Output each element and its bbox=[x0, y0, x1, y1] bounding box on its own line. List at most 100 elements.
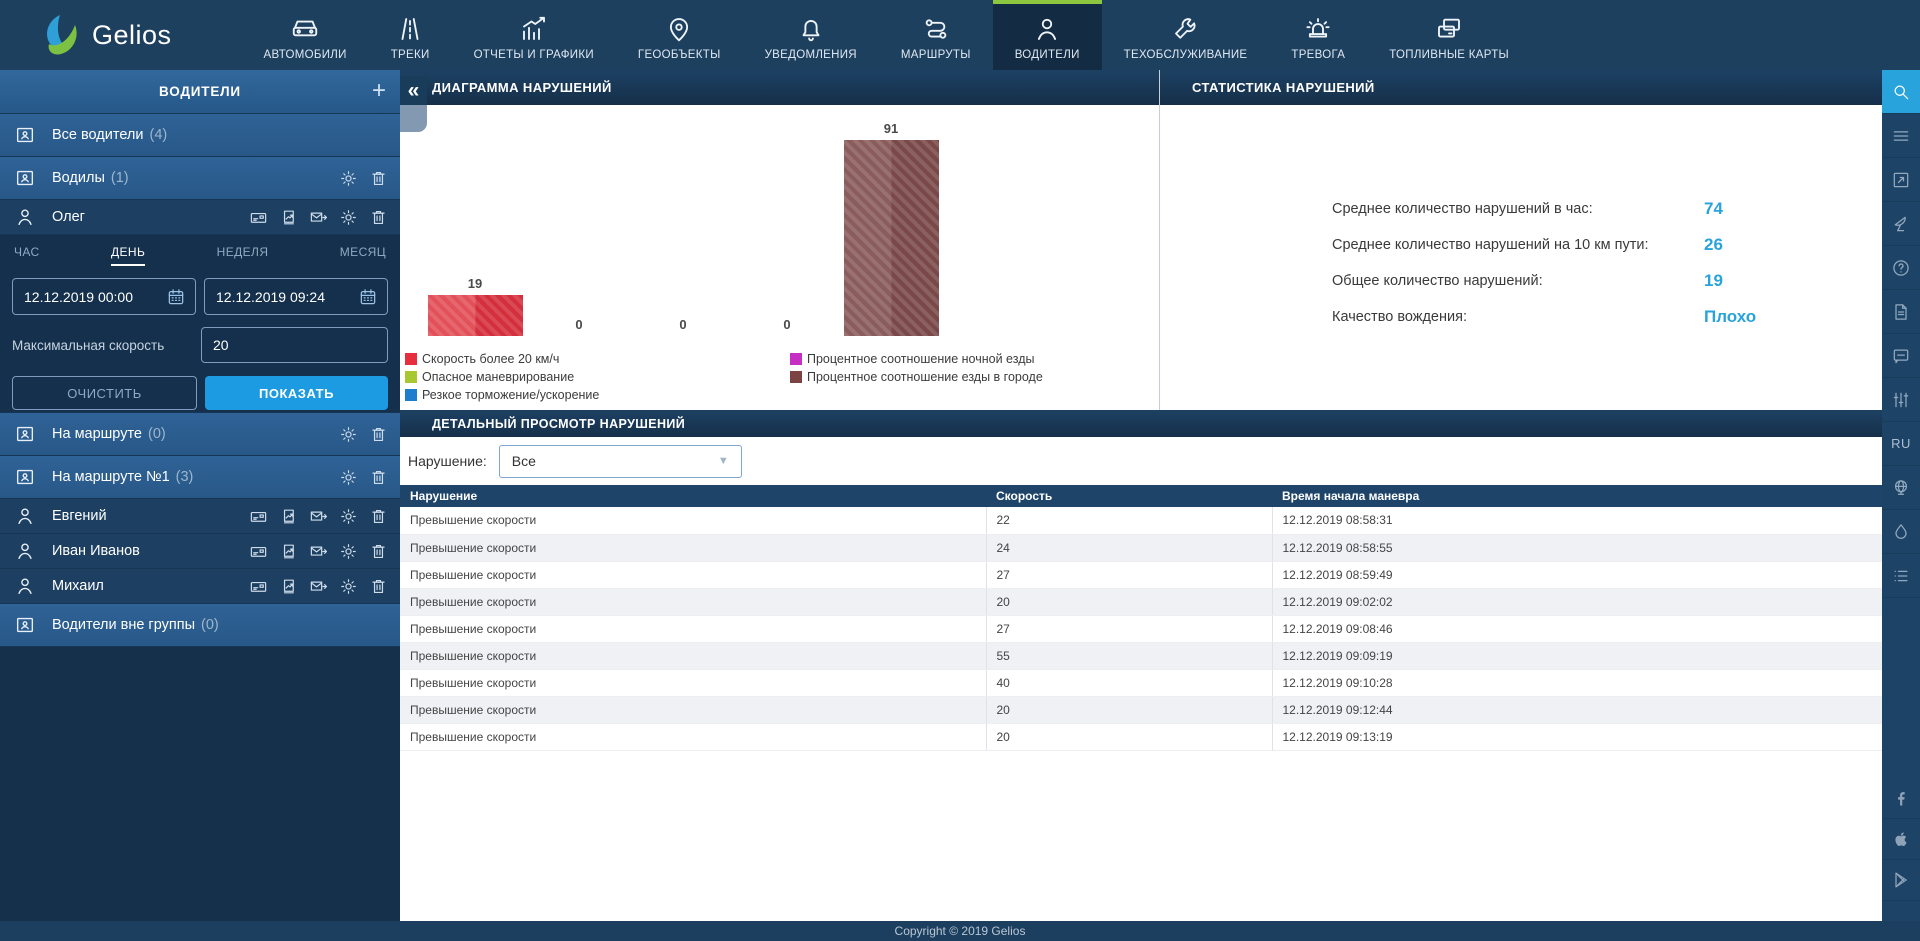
gear-icon[interactable] bbox=[339, 507, 358, 526]
car-icon bbox=[290, 14, 320, 44]
gelios-logo[interactable]: Gelios bbox=[0, 0, 212, 70]
trash-icon[interactable] bbox=[369, 169, 388, 188]
clear-button[interactable]: ОЧИСТИТЬ bbox=[12, 376, 197, 410]
gear-icon[interactable] bbox=[339, 208, 358, 227]
expand-button[interactable] bbox=[1882, 158, 1920, 202]
send-message-icon[interactable] bbox=[309, 507, 328, 526]
sidebar-item-vodily[interactable]: Водилы (1) bbox=[0, 157, 400, 200]
id-card-icon[interactable] bbox=[249, 542, 268, 561]
nav-item-routes[interactable]: МАРШРУТЫ bbox=[879, 0, 993, 70]
gear-icon[interactable] bbox=[339, 169, 358, 188]
column-header-violation[interactable]: Нарушение bbox=[400, 485, 986, 507]
chat-button[interactable] bbox=[1882, 334, 1920, 378]
trash-icon[interactable] bbox=[369, 577, 388, 596]
table-row[interactable]: Превышение скорости5512.12.2019 09:09:19 bbox=[400, 642, 1882, 669]
table-row[interactable]: Превышение скорости2012.12.2019 09:12:44 bbox=[400, 696, 1882, 723]
max-speed-input[interactable] bbox=[201, 327, 388, 363]
group-label: Все водители bbox=[52, 127, 143, 143]
apple-button[interactable] bbox=[1882, 819, 1920, 860]
sidebar-item-ivan-ivanov[interactable]: Иван Иванов bbox=[0, 534, 400, 569]
legend-item: Опасное маневрирование bbox=[405, 370, 790, 385]
copyright-text: Copyright © 2019 Gelios bbox=[895, 924, 1026, 938]
bar-dangerous-maneuvering: 0 bbox=[527, 121, 631, 336]
table-row[interactable]: Превышение скорости2212.12.2019 08:58:31 bbox=[400, 507, 1882, 534]
date-to-input[interactable] bbox=[216, 289, 358, 305]
calendar-icon[interactable] bbox=[166, 287, 186, 307]
nav-item-reports[interactable]: ОТЧЕТЫ И ГРАФИКИ bbox=[452, 0, 616, 70]
sidebar-item-all-drivers[interactable]: Все водители (4) bbox=[0, 114, 400, 157]
sidebar-item-oleg[interactable]: Олег bbox=[0, 200, 400, 235]
collapse-sidebar-button[interactable]: « bbox=[400, 76, 427, 132]
trash-icon[interactable] bbox=[369, 208, 388, 227]
calendar-icon[interactable] bbox=[358, 287, 378, 307]
cell-violation: Превышение скорости bbox=[400, 669, 986, 696]
help-button[interactable] bbox=[1882, 246, 1920, 290]
sidebar-item-on-route-1[interactable]: На маршруте №1 (3) bbox=[0, 456, 400, 499]
tab-day[interactable]: ДЕНЬ bbox=[111, 245, 145, 266]
nav-item-notifications[interactable]: УВЕДОМЛЕНИЯ bbox=[743, 0, 879, 70]
report-icon[interactable] bbox=[279, 542, 298, 561]
table-row[interactable]: Превышение скорости2012.12.2019 09:02:02 bbox=[400, 588, 1882, 615]
report-icon[interactable] bbox=[279, 577, 298, 596]
search-button[interactable] bbox=[1882, 70, 1920, 114]
tab-week[interactable]: НЕДЕЛЯ bbox=[217, 245, 269, 266]
gear-icon[interactable] bbox=[339, 542, 358, 561]
sidebar-item-ungrouped-drivers[interactable]: Водители вне группы (0) bbox=[0, 604, 400, 647]
id-card-icon[interactable] bbox=[249, 208, 268, 227]
send-message-icon[interactable] bbox=[309, 208, 328, 227]
tab-hour[interactable]: ЧАС bbox=[14, 245, 40, 266]
table-row[interactable]: Превышение скорости4012.12.2019 09:10:28 bbox=[400, 669, 1882, 696]
column-header-start-time[interactable]: Время начала маневра bbox=[1272, 485, 1882, 507]
sidebar-item-on-route[interactable]: На маршруте (0) bbox=[0, 413, 400, 456]
report-icon[interactable] bbox=[279, 507, 298, 526]
trash-icon[interactable] bbox=[369, 468, 388, 487]
send-message-icon[interactable] bbox=[309, 577, 328, 596]
violations-stats-panel: СТАТИСТИКА НАРУШЕНИЙ Среднее количество … bbox=[1160, 70, 1882, 410]
nav-item-drivers[interactable]: ВОДИТЕЛИ bbox=[993, 0, 1102, 70]
user-icon bbox=[14, 540, 36, 562]
id-card-icon[interactable] bbox=[249, 507, 268, 526]
date-from-input[interactable] bbox=[24, 289, 166, 305]
report-icon[interactable] bbox=[279, 208, 298, 227]
show-button[interactable]: ПОКАЗАТЬ bbox=[205, 376, 388, 410]
column-header-speed[interactable]: Скорость bbox=[986, 485, 1272, 507]
date-to-field[interactable] bbox=[204, 278, 388, 315]
sidebar-item-evgeniy[interactable]: Евгений bbox=[0, 499, 400, 534]
trash-icon[interactable] bbox=[369, 507, 388, 526]
violation-type-dropdown[interactable]: Все ▼ bbox=[499, 445, 742, 478]
gear-icon[interactable] bbox=[339, 577, 358, 596]
sidebar-item-mikhail[interactable]: Михаил bbox=[0, 569, 400, 604]
send-message-icon[interactable] bbox=[309, 542, 328, 561]
date-from-field[interactable] bbox=[12, 278, 196, 315]
nav-item-cars[interactable]: АВТОМОБИЛИ bbox=[242, 0, 369, 70]
globe-button[interactable] bbox=[1882, 466, 1920, 510]
driver-label: Иван Иванов bbox=[52, 543, 140, 559]
nav-item-fuelcards[interactable]: ТОПЛИВНЫЕ КАРТЫ bbox=[1367, 0, 1531, 70]
menu-button[interactable] bbox=[1882, 114, 1920, 158]
nav-item-tracks[interactable]: ТРЕКИ bbox=[369, 0, 452, 70]
satellite-button[interactable] bbox=[1882, 202, 1920, 246]
table-row[interactable]: Превышение скорости2712.12.2019 08:59:49 bbox=[400, 561, 1882, 588]
fuel-button[interactable] bbox=[1882, 510, 1920, 554]
id-card-icon[interactable] bbox=[249, 577, 268, 596]
filters-button[interactable] bbox=[1882, 378, 1920, 422]
tab-month[interactable]: МЕСЯЦ bbox=[340, 245, 386, 266]
trash-icon[interactable] bbox=[369, 542, 388, 561]
trash-icon[interactable] bbox=[369, 425, 388, 444]
language-button[interactable]: RU bbox=[1882, 422, 1920, 466]
nav-item-maintenance[interactable]: ТЕХОБСЛУЖИВАНИЕ bbox=[1102, 0, 1270, 70]
facebook-button[interactable] bbox=[1882, 778, 1920, 819]
sidebar-header: ВОДИТЕЛИ + bbox=[0, 70, 400, 114]
document-button[interactable] bbox=[1882, 290, 1920, 334]
add-group-button[interactable]: + bbox=[372, 77, 386, 105]
list-button[interactable] bbox=[1882, 554, 1920, 598]
table-row[interactable]: Превышение скорости2412.12.2019 08:58:55 bbox=[400, 534, 1882, 561]
nav-item-alarm[interactable]: ТРЕВОГА bbox=[1269, 0, 1367, 70]
nav-item-geoobjects[interactable]: ГЕООБЪЕКТЫ bbox=[616, 0, 743, 70]
gear-icon[interactable] bbox=[339, 468, 358, 487]
chart-icon bbox=[519, 14, 549, 44]
google-play-button[interactable] bbox=[1882, 860, 1920, 901]
table-row[interactable]: Превышение скорости2712.12.2019 09:08:46 bbox=[400, 615, 1882, 642]
table-row[interactable]: Превышение скорости2012.12.2019 09:13:19 bbox=[400, 723, 1882, 750]
gear-icon[interactable] bbox=[339, 425, 358, 444]
